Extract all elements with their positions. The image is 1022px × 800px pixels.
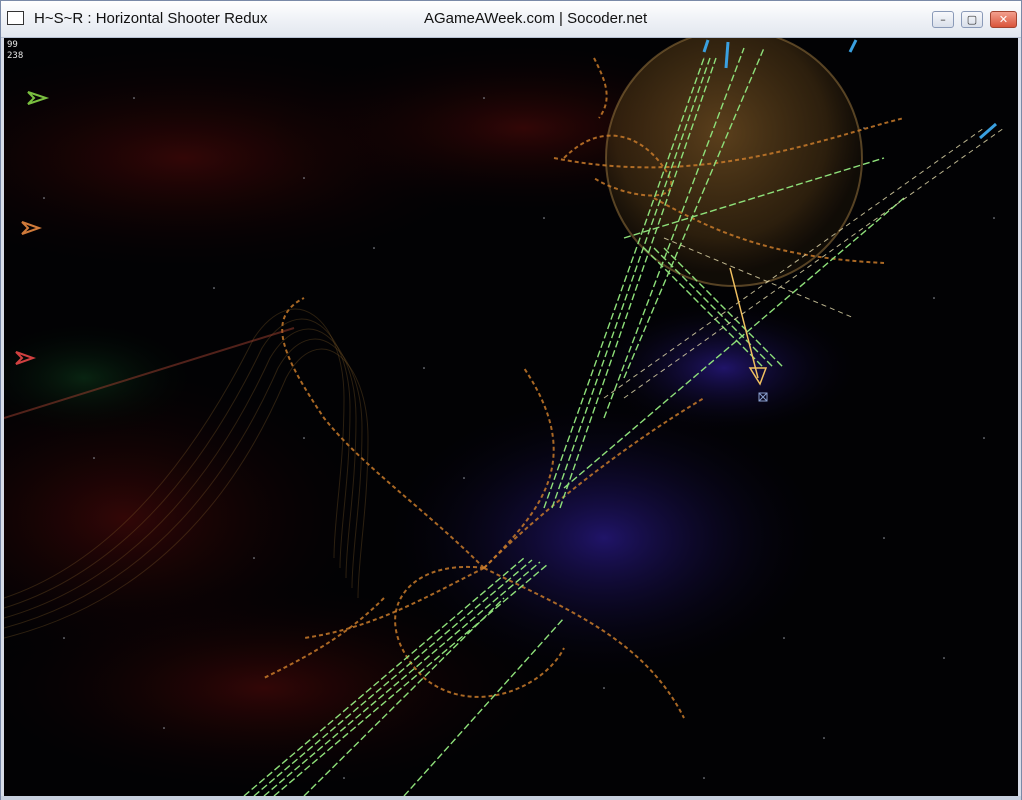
hud-counters: 99 238 <box>7 40 23 62</box>
game-window: H~S~R : Horizontal Shooter Redux AGameAW… <box>0 0 1022 800</box>
window-title: H~S~R : Horizontal Shooter Redux <box>34 10 268 27</box>
hud-counter-bottom: 238 <box>7 51 24 61</box>
app-icon[interactable] <box>7 11 24 25</box>
close-button[interactable]: ✕ <box>990 11 1017 28</box>
window-bottom-border <box>1 796 1021 800</box>
game-scene <box>4 38 1005 796</box>
title-bar[interactable]: H~S~R : Horizontal Shooter Redux AGameAW… <box>1 1 1021 38</box>
game-canvas[interactable]: 99 238 <box>4 38 1018 796</box>
minimize-button[interactable]: – <box>932 11 954 28</box>
window-title-credits: AGameAWeek.com | Socoder.net <box>424 10 648 27</box>
hud-counter-top: 99 <box>7 40 18 50</box>
maximize-button[interactable]: ▢ <box>961 11 983 28</box>
